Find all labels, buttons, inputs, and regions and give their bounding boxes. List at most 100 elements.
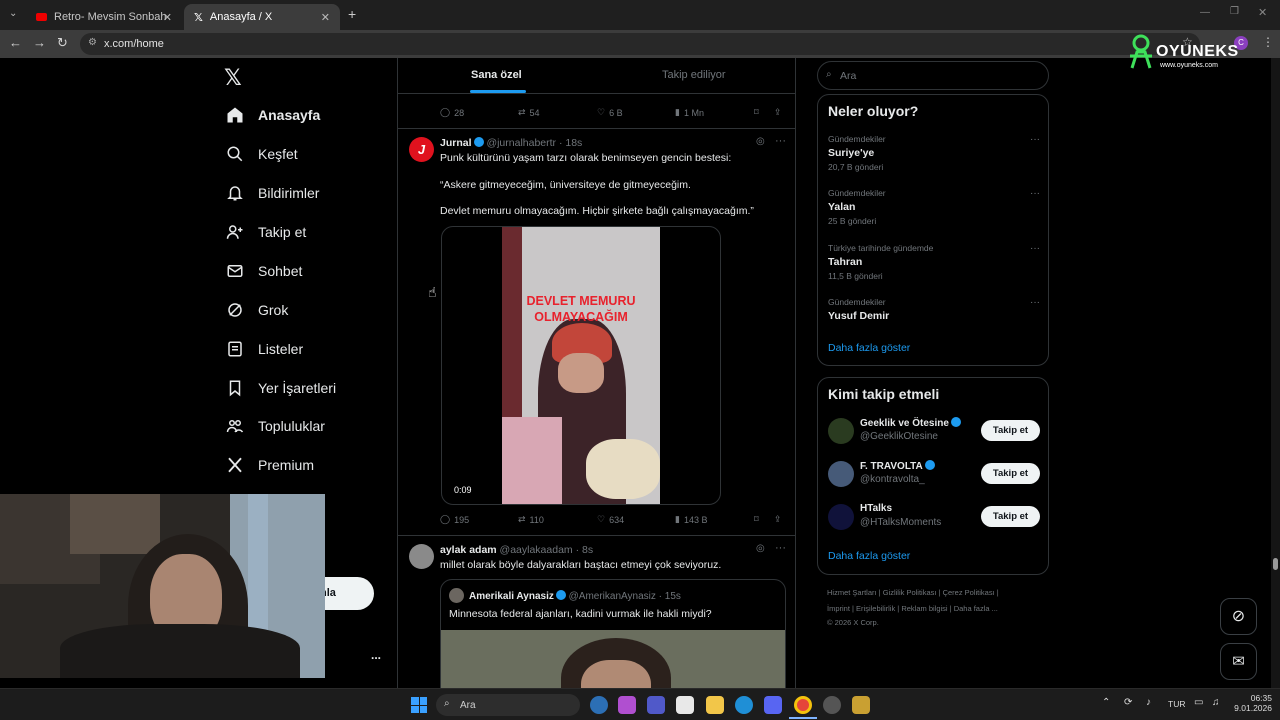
- monitor-icon[interactable]: ▭: [1194, 697, 1203, 708]
- suggestion-handle: @HTalksMoments: [860, 517, 942, 528]
- repost-button[interactable]: ⇄ 110: [518, 514, 544, 525]
- close-icon[interactable]: ✕: [321, 11, 330, 24]
- folder-icon[interactable]: [706, 696, 724, 714]
- more-icon[interactable]: ···: [1030, 188, 1040, 199]
- share-icon[interactable]: ⇪: [774, 514, 782, 525]
- video-player[interactable]: DEVLET MEMURU OLMAYACAĞIM 0:09: [441, 226, 721, 505]
- more-icon[interactable]: ···: [1030, 243, 1040, 254]
- volume-icon[interactable]: ♫: [1212, 697, 1220, 708]
- trend-item[interactable]: Gündemdekiler Yalan 25 B gönderi ···: [828, 188, 1040, 226]
- quote-image: [441, 630, 785, 688]
- nav-label: Keşfet: [258, 146, 298, 162]
- more-icon[interactable]: ···: [1030, 297, 1040, 308]
- author-handle[interactable]: @aaylakaadam: [500, 544, 573, 556]
- reload-icon[interactable]: ↻: [57, 35, 68, 51]
- follow-button[interactable]: Takip et: [981, 420, 1040, 441]
- teamviewer-icon[interactable]: [590, 696, 608, 714]
- avatar[interactable]: [409, 544, 434, 569]
- share-icon[interactable]: ⇪: [774, 107, 782, 118]
- close-icon[interactable]: ✕: [163, 11, 172, 24]
- nav-item-lists[interactable]: Listeler: [226, 334, 303, 364]
- chevron-up-icon[interactable]: ⌃: [1102, 697, 1110, 708]
- trend-item[interactable]: Gündemdekiler Suriye'ye 20,7 B gönderi ·…: [828, 134, 1040, 172]
- chrome-icon[interactable]: [794, 696, 812, 714]
- follow-button[interactable]: Takip et: [981, 463, 1040, 484]
- trend-name: Yalan: [828, 201, 856, 213]
- follow-button[interactable]: Takip et: [981, 506, 1040, 527]
- follow-suggestion[interactable]: HTalks @HTalksMoments Takip et: [828, 501, 1040, 535]
- teams-icon[interactable]: [647, 696, 665, 714]
- grok-icon[interactable]: ◎: [756, 136, 765, 147]
- author-handle[interactable]: @jurnalhabertr: [486, 137, 556, 149]
- grok-float-button[interactable]: ⊘: [1220, 598, 1257, 635]
- scrollbar-thumb[interactable]: [1273, 558, 1278, 570]
- tab-search-icon[interactable]: ⌄: [9, 8, 17, 19]
- bookmark-icon[interactable]: ⌑: [754, 514, 759, 525]
- search-input[interactable]: ⌕ Ara: [817, 61, 1049, 90]
- trend-item[interactable]: Türkiye tarihinde gündemde Tahran 11,5 B…: [828, 243, 1040, 281]
- app-icon[interactable]: [852, 696, 870, 714]
- clock[interactable]: 06:35 9.01.2026: [1232, 693, 1272, 713]
- tab-x-home[interactable]: 𝕏 Anasayfa / X ✕: [184, 4, 340, 30]
- new-tab-button[interactable]: +: [348, 6, 356, 22]
- sync-icon[interactable]: ⟳: [1124, 697, 1132, 708]
- reply-button[interactable]: ◯ 28: [440, 107, 464, 118]
- follow-suggestion[interactable]: Geeklik ve Ötesine @GeeklikOtesine Takip…: [828, 415, 1040, 449]
- nav-item-explore[interactable]: Keşfet: [226, 139, 298, 169]
- messages-float-button[interactable]: ✉: [1220, 643, 1257, 680]
- nav-item-communities[interactable]: Topluluklar: [226, 411, 325, 441]
- windows-start-icon[interactable]: [411, 697, 427, 713]
- store-icon[interactable]: [676, 696, 694, 714]
- account-more-icon[interactable]: ...: [371, 648, 381, 662]
- nav-item-follow[interactable]: Takip et: [226, 217, 306, 247]
- quoted-tweet[interactable]: Amerikali Aynasiz @AmerikanAynasiz · 15s…: [440, 579, 786, 688]
- show-more-link[interactable]: Daha fazla göster: [828, 342, 910, 354]
- forward-icon[interactable]: →: [33, 35, 46, 50]
- reply-button[interactable]: ◯ 195: [440, 514, 469, 525]
- tab-youtube[interactable]: Retro- Mevsim Sonbahar X MV ✕: [26, 4, 182, 30]
- nav-item-premium[interactable]: Premium: [226, 450, 314, 480]
- back-icon[interactable]: ←: [9, 35, 22, 50]
- nav-item-notifications[interactable]: Bildirimler: [226, 178, 319, 208]
- bookmark-icon[interactable]: ⌑: [754, 107, 759, 118]
- like-button[interactable]: ♡ 6 B: [597, 107, 623, 118]
- discord-icon[interactable]: [764, 696, 782, 714]
- microphone-icon[interactable]: ♪: [1146, 697, 1151, 708]
- grok-icon[interactable]: ◎: [756, 543, 765, 554]
- tab-following[interactable]: Takip ediliyor: [662, 69, 726, 81]
- footer-links[interactable]: Hizmet Şartları | Gizlilik Politikası | …: [827, 588, 999, 597]
- more-icon[interactable]: ···: [775, 542, 786, 554]
- like-button[interactable]: ♡ 634: [597, 514, 624, 525]
- x-logo-icon[interactable]: 𝕏: [224, 65, 242, 91]
- page-scrollbar[interactable]: [1271, 58, 1280, 688]
- repost-button[interactable]: ⇄ 54: [518, 107, 540, 118]
- edge-icon[interactable]: [735, 696, 753, 714]
- repost-icon: ⇄: [518, 107, 526, 117]
- minimize-button[interactable]: —: [1200, 7, 1210, 18]
- follow-suggestion[interactable]: F. TRAVOLTA @kontravolta_ Takip et: [828, 458, 1040, 492]
- app-icon[interactable]: [823, 696, 841, 714]
- views-button[interactable]: ▮ 143 B: [675, 514, 707, 525]
- url-field[interactable]: ⚙ x.com/home: [80, 33, 1200, 55]
- nav-item-home[interactable]: Anasayfa: [226, 100, 320, 130]
- tab-for-you[interactable]: Sana özel: [471, 69, 522, 81]
- views-button[interactable]: ▮ 1 Mn: [675, 107, 704, 118]
- language-indicator[interactable]: TUR: [1168, 699, 1185, 709]
- more-icon[interactable]: ···: [775, 135, 786, 147]
- nav-item-bookmarks[interactable]: Yer İşaretleri: [226, 373, 336, 403]
- maximize-button[interactable]: ❐: [1230, 6, 1239, 17]
- window-close-button[interactable]: ✕: [1258, 6, 1267, 19]
- author-name[interactable]: aylak adam: [440, 544, 497, 556]
- menu-icon[interactable]: ⋮: [1262, 35, 1274, 49]
- nav-item-chat[interactable]: Sohbet: [226, 256, 302, 286]
- copilot-icon[interactable]: [618, 696, 636, 714]
- author-name[interactable]: Jurnal: [440, 137, 472, 149]
- footer-links[interactable]: İmprint | Erişilebilirlik | Reklam bilgi…: [827, 604, 998, 613]
- nav-item-grok[interactable]: Grok: [226, 295, 288, 325]
- site-info-icon[interactable]: ⚙: [88, 37, 97, 48]
- show-more-link[interactable]: Daha fazla göster: [828, 550, 910, 562]
- trend-item[interactable]: Gündemdekiler Yusuf Demir ···: [828, 297, 1040, 322]
- taskbar-search[interactable]: ⌕ Ara: [436, 694, 580, 716]
- avatar[interactable]: J: [409, 137, 434, 162]
- more-icon[interactable]: ···: [1030, 134, 1040, 145]
